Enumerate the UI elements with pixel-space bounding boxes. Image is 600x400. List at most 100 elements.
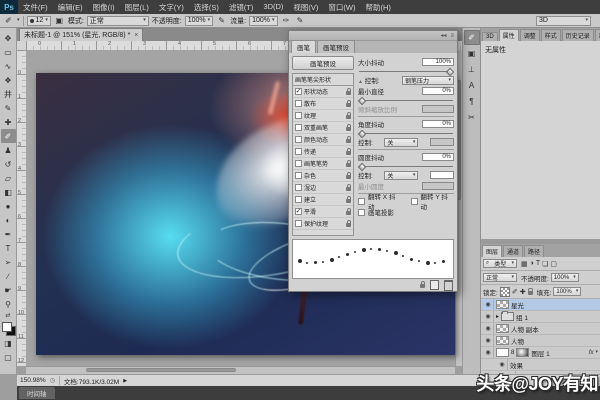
tab-画笔预设[interactable]: 画笔预设 bbox=[317, 40, 355, 53]
menu-item-文字(Y)[interactable]: 文字(Y) bbox=[154, 2, 189, 13]
collapse-icon[interactable]: ◂◂ bbox=[440, 32, 446, 39]
pen-tool[interactable]: ✒ bbox=[1, 227, 16, 241]
current-tool-icon[interactable]: ✐ bbox=[3, 15, 14, 26]
dynamics-item-形状动态[interactable]: ✓形状动态 bbox=[293, 86, 353, 98]
roundness-jitter-slider[interactable] bbox=[359, 163, 453, 169]
eye-toggle[interactable]: ◉ bbox=[483, 311, 494, 322]
lock-image-icon[interactable]: ✐ bbox=[512, 288, 518, 296]
eyedropper-tool[interactable]: ✎ bbox=[1, 101, 16, 115]
filter-pixel-layers-icon[interactable]: ▦ bbox=[521, 260, 528, 268]
checkbox[interactable] bbox=[295, 148, 302, 155]
eye-toggle[interactable]: ◉ bbox=[483, 323, 494, 334]
checkbox[interactable]: ✓ bbox=[295, 208, 302, 215]
lock-icon[interactable] bbox=[420, 284, 425, 288]
chevron-down-icon[interactable]: ▾ bbox=[595, 350, 598, 355]
history-brush-tool[interactable]: ↺ bbox=[1, 157, 16, 171]
dynamics-item-传递[interactable]: 传递 bbox=[293, 146, 353, 158]
dynamics-item-颜色动态[interactable]: 颜色动态 bbox=[293, 134, 353, 146]
layer-thumbnail[interactable] bbox=[496, 300, 509, 309]
menu-item-视图(V)[interactable]: 视图(V) bbox=[288, 2, 323, 13]
dynamics-item-杂色[interactable]: 杂色 bbox=[293, 170, 353, 182]
lock-transparency-icon[interactable] bbox=[500, 287, 510, 297]
checkbox[interactable]: ✓ bbox=[295, 88, 302, 95]
healing-brush-tool[interactable]: ✚ bbox=[1, 115, 16, 129]
scrollbar-thumb[interactable] bbox=[86, 368, 236, 372]
type-tool[interactable]: T bbox=[1, 241, 16, 255]
tab-通道[interactable]: 通道 bbox=[503, 245, 523, 257]
menu-item-图像(I)[interactable]: 图像(I) bbox=[88, 2, 120, 13]
checkbox[interactable] bbox=[295, 124, 302, 131]
tab-属性[interactable]: 属性 bbox=[499, 29, 519, 41]
zoom-level[interactable]: 150.98% bbox=[20, 377, 46, 384]
checkbox[interactable] bbox=[295, 196, 302, 203]
lock-position-icon[interactable]: ✚ bbox=[520, 288, 526, 296]
layer-blend-mode-select[interactable]: 正常 ▾ bbox=[483, 273, 517, 282]
eraser-tool[interactable]: ▱ bbox=[1, 171, 16, 185]
toggle-brush-panel-icon[interactable]: ▣ bbox=[54, 15, 65, 26]
roundness-jitter-input[interactable]: 0% bbox=[422, 153, 454, 161]
tab-路径[interactable]: 路径 bbox=[524, 245, 544, 257]
tab-画笔[interactable]: 画笔 bbox=[291, 40, 316, 53]
checkbox[interactable] bbox=[295, 136, 302, 143]
angle-control-select[interactable]: 关▾ bbox=[384, 138, 418, 147]
panel-menu-icon[interactable]: ≡ bbox=[450, 33, 454, 39]
workspace-select[interactable]: 3D ▾ bbox=[536, 16, 591, 26]
checkbox[interactable] bbox=[295, 112, 302, 119]
eye-toggle[interactable]: ◉ bbox=[483, 347, 494, 358]
dynamics-item-纹理[interactable]: 纹理 bbox=[293, 110, 353, 122]
tablet-pressure-size-icon[interactable]: ✎ bbox=[295, 15, 306, 26]
brush-presets-button[interactable]: 画笔预设 bbox=[292, 56, 354, 70]
line-tool[interactable]: ∕ bbox=[1, 269, 16, 283]
tab-3D[interactable]: 3D bbox=[482, 32, 498, 41]
layer-row-人物[interactable]: ◉人物 bbox=[481, 335, 600, 347]
brush-preset-picker[interactable]: 12 ▾ bbox=[27, 16, 51, 26]
dynamics-item-湿边[interactable]: 湿边 bbox=[293, 182, 353, 194]
tool-presets-icon[interactable]: ⊥ bbox=[464, 62, 480, 77]
tab-样式[interactable]: 样式 bbox=[541, 29, 561, 41]
size-control-select[interactable]: 钢笔压力▾ bbox=[402, 76, 454, 85]
min-diameter-input[interactable]: 0% bbox=[422, 87, 454, 95]
checkbox[interactable] bbox=[295, 172, 302, 179]
move-tool[interactable]: ✥ bbox=[1, 31, 16, 45]
timeline-tab[interactable]: 时间轴 bbox=[19, 387, 55, 399]
airbrush-icon[interactable]: ✑ bbox=[281, 15, 292, 26]
tab-图层[interactable]: 图层 bbox=[482, 245, 502, 257]
angle-jitter-slider[interactable] bbox=[359, 130, 453, 136]
layer-thumbnail[interactable] bbox=[496, 324, 509, 333]
character-panel-icon[interactable]: A bbox=[464, 78, 480, 93]
layer-row-人物 副本[interactable]: ◉人物 副本 bbox=[481, 323, 600, 335]
layer-row-星光[interactable]: ◉星光 bbox=[481, 299, 600, 311]
filter-type-layers-icon[interactable]: T bbox=[536, 260, 540, 268]
eye-toggle[interactable]: ◉ bbox=[497, 359, 508, 370]
flip-y-checkbox[interactable] bbox=[411, 198, 418, 205]
layer-thumbnail[interactable] bbox=[496, 348, 509, 357]
paragraph-panel-icon[interactable]: ¶ bbox=[464, 94, 480, 109]
quick-mask-icon[interactable]: ◨ bbox=[1, 336, 16, 350]
checkbox[interactable] bbox=[295, 160, 302, 167]
brush-panel-icon[interactable]: ✐ bbox=[464, 30, 480, 45]
layer-filter-select[interactable]: ⌕ 类型 ▾ bbox=[483, 259, 517, 268]
crop-tool[interactable]: 井 bbox=[1, 87, 16, 101]
tab-动作[interactable]: 动作 bbox=[595, 29, 600, 41]
brush-tip-shape-item[interactable]: 画笔笔尖形状 bbox=[293, 74, 353, 86]
gradient-tool[interactable]: ◧ bbox=[1, 185, 16, 199]
dynamics-item-画笔笔势[interactable]: 画笔笔势 bbox=[293, 158, 353, 170]
group-arrow-icon[interactable]: ▸ bbox=[496, 313, 499, 320]
menu-item-3D(D)[interactable]: 3D(D) bbox=[258, 2, 288, 13]
path-selection-tool[interactable]: ➢ bbox=[1, 255, 16, 269]
menu-item-帮助(H)[interactable]: 帮助(H) bbox=[361, 2, 396, 13]
zoom-tool[interactable]: ⚲ bbox=[1, 297, 16, 311]
hand-tool[interactable]: ☛ bbox=[1, 283, 16, 297]
tab-调整[interactable]: 调整 bbox=[520, 29, 540, 41]
brush-tool[interactable]: ✐ bbox=[1, 129, 16, 143]
eye-toggle[interactable]: ◉ bbox=[483, 335, 494, 346]
fill-select[interactable]: 100% ▾ bbox=[553, 287, 581, 296]
tool-dropdown-icon[interactable]: ▾ bbox=[17, 18, 20, 23]
opacity-select[interactable]: 100% ▾ bbox=[185, 16, 213, 26]
dynamics-item-双重画笔[interactable]: 双重画笔 bbox=[293, 122, 353, 134]
layer-row-图层 1[interactable]: ◉8图层 1fx▾ bbox=[481, 347, 600, 359]
dodge-tool[interactable]: ◐ bbox=[1, 213, 16, 227]
checkbox[interactable] bbox=[295, 100, 302, 107]
lock-all-icon[interactable] bbox=[528, 291, 533, 295]
lasso-tool[interactable]: ∿ bbox=[1, 59, 16, 73]
